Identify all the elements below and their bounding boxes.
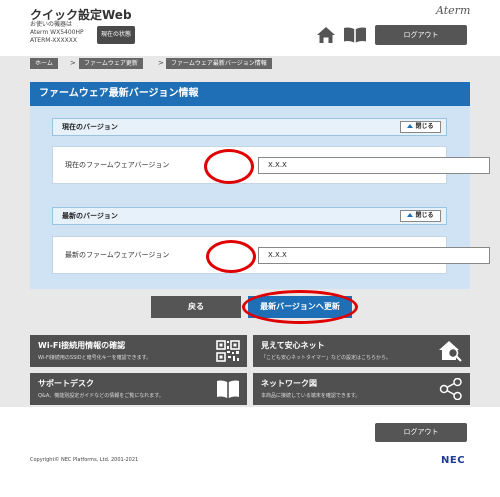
breadcrumb-firmware-update[interactable]: ファームウェア更新 bbox=[79, 58, 143, 69]
latest-version-value: X.X.X bbox=[258, 247, 490, 264]
section-header-current-version: 現在のバージョン 閉じる bbox=[52, 118, 447, 136]
tile-description: 「こども安心ネットタイマー」などの設定はこちらから。 bbox=[261, 355, 392, 361]
tile-title: サポートデスク bbox=[38, 379, 94, 388]
section-header-latest-version: 最新のバージョン 閉じる bbox=[52, 207, 447, 225]
breadcrumb-current-page: ファームウェア最新バージョン情報 bbox=[166, 58, 272, 69]
share-icon bbox=[439, 378, 462, 400]
collapse-button[interactable]: 閉じる bbox=[400, 121, 441, 133]
page-title: ファームウェア最新バージョン情報 bbox=[30, 82, 470, 106]
tile-mieru-anshin-net[interactable]: 見えて安心ネット 「こども安心ネットタイマー」などの設定はこちらから。 bbox=[253, 335, 470, 367]
tile-network-map[interactable]: ネットワーク図 本商品に接続している端末を確認できます。 bbox=[253, 373, 470, 405]
device-info: お使いの機器は Aterm WX5400HP ATERM-XXXXXX bbox=[30, 21, 84, 45]
tile-description: Wi-Fi接続用のSSIDと暗号化キーを確認できます。 bbox=[38, 355, 152, 361]
device-info-line: お使いの機器は bbox=[30, 21, 73, 28]
breadcrumb-separator: > bbox=[158, 59, 164, 67]
back-button[interactable]: 戻る bbox=[151, 296, 241, 318]
tile-description: 本商品に接続している端末を確認できます。 bbox=[261, 393, 361, 399]
home-icon[interactable] bbox=[316, 26, 336, 44]
breadcrumb-separator: > bbox=[70, 59, 76, 67]
collapse-button[interactable]: 閉じる bbox=[400, 210, 441, 222]
book-icon bbox=[217, 380, 239, 398]
highlight-circle bbox=[204, 149, 254, 184]
book-icon[interactable] bbox=[343, 27, 367, 43]
tile-title: Wi-Fi接続用情報の確認 bbox=[38, 341, 126, 350]
breadcrumb-home[interactable]: ホーム bbox=[30, 58, 58, 69]
aterm-logo: Aterm bbox=[436, 4, 471, 17]
header: クイック設定Web お使いの機器は Aterm WX5400HP ATERM-X… bbox=[0, 0, 500, 56]
device-model: Aterm WX5400HP bbox=[30, 29, 84, 36]
tile-description: Q&A、機能別設定ガイドなどの情報をご覧になれます。 bbox=[38, 393, 164, 399]
nec-logo: NEC bbox=[441, 455, 466, 466]
tile-title: 見えて安心ネット bbox=[261, 341, 325, 350]
current-version-value: X.X.X bbox=[258, 157, 490, 174]
qr-code-icon bbox=[216, 340, 240, 362]
highlight-circle bbox=[206, 240, 256, 273]
tile-wifi-info[interactable]: Wi-Fi接続用情報の確認 Wi-Fi接続用のSSIDと暗号化キーを確認できます… bbox=[30, 335, 247, 367]
copyright-text: Copyright© NEC Platforms, Ltd. 2001-2021 bbox=[30, 457, 139, 463]
tile-support-desk[interactable]: サポートデスク Q&A、機能別設定ガイドなどの情報をご覧になれます。 bbox=[30, 373, 247, 405]
collapse-label: 閉じる bbox=[415, 123, 434, 130]
latest-version-label: 最新のファームウェアバージョン bbox=[65, 251, 170, 259]
current-version-label: 現在のファームウェアバージョン bbox=[65, 161, 170, 169]
logout-button[interactable]: ログアウト bbox=[375, 25, 467, 45]
chevron-up-icon bbox=[407, 213, 414, 217]
chevron-up-icon bbox=[407, 124, 414, 128]
tile-title: ネットワーク図 bbox=[261, 379, 317, 388]
device-name: ATERM-XXXXXX bbox=[30, 37, 77, 44]
current-status-button[interactable]: 現在の状態 bbox=[97, 26, 135, 44]
section-title: 現在のバージョン bbox=[62, 123, 118, 131]
logout-button-bottom[interactable]: ログアウト bbox=[375, 423, 467, 442]
highlight-circle bbox=[242, 290, 358, 324]
home-search-icon bbox=[439, 341, 462, 362]
section-title: 最新のバージョン bbox=[62, 212, 118, 220]
collapse-label: 閉じる bbox=[415, 212, 434, 219]
